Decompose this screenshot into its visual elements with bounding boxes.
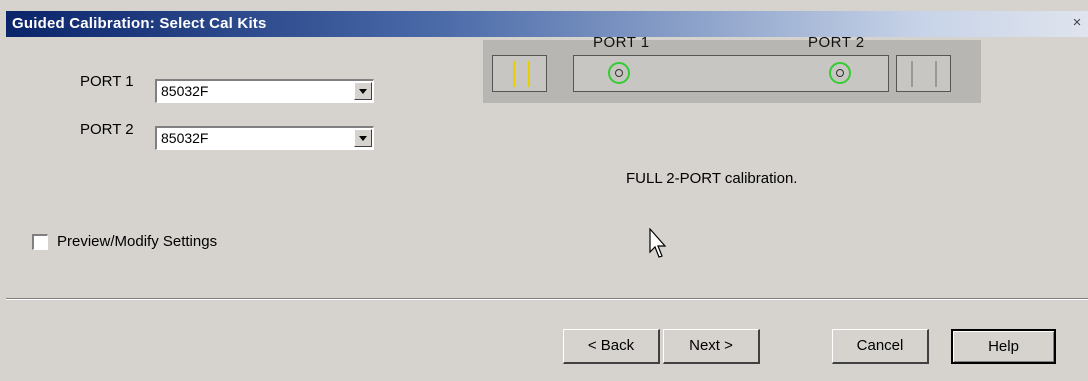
port2-calkit-value: 85032F xyxy=(161,130,209,146)
port1-calkit-select[interactable]: 85032F xyxy=(155,79,374,103)
mouse-cursor-icon xyxy=(649,228,667,258)
chevron-down-icon[interactable] xyxy=(354,129,372,147)
connector-line xyxy=(528,61,530,87)
back-button[interactable]: < Back xyxy=(563,329,660,364)
preview-modify-checkbox[interactable] xyxy=(32,234,48,250)
preview-modify-label[interactable]: Preview/Modify Settings xyxy=(57,233,217,250)
connector-line xyxy=(513,61,515,87)
connection-diagram xyxy=(483,40,981,103)
connector-line xyxy=(911,61,913,87)
title-bar: Guided Calibration: Select Cal Kits × xyxy=(6,11,1088,37)
dut-box xyxy=(573,55,889,92)
port2-label: PORT 2 xyxy=(80,121,134,138)
diagram-port1-label: PORT 1 xyxy=(593,34,650,51)
port1-standard-box xyxy=(492,55,547,92)
port2-connector-icon xyxy=(829,62,851,84)
calibration-type-text: FULL 2-PORT calibration. xyxy=(626,170,798,187)
chevron-down-icon[interactable] xyxy=(354,82,372,100)
diagram-port2-label: PORT 2 xyxy=(808,34,865,51)
port1-calkit-value: 85032F xyxy=(161,83,209,99)
separator xyxy=(6,298,1088,300)
port2-standard-box xyxy=(896,55,951,92)
port1-connector-icon xyxy=(608,62,630,84)
port2-calkit-select[interactable]: 85032F xyxy=(155,126,374,150)
cancel-button[interactable]: Cancel xyxy=(832,329,929,364)
connector-line xyxy=(935,61,937,87)
port1-label: PORT 1 xyxy=(80,73,134,90)
help-button[interactable]: Help xyxy=(951,329,1056,364)
window-title: Guided Calibration: Select Cal Kits xyxy=(12,15,267,32)
close-icon[interactable]: × xyxy=(1068,14,1086,32)
next-button[interactable]: Next > xyxy=(663,329,760,364)
